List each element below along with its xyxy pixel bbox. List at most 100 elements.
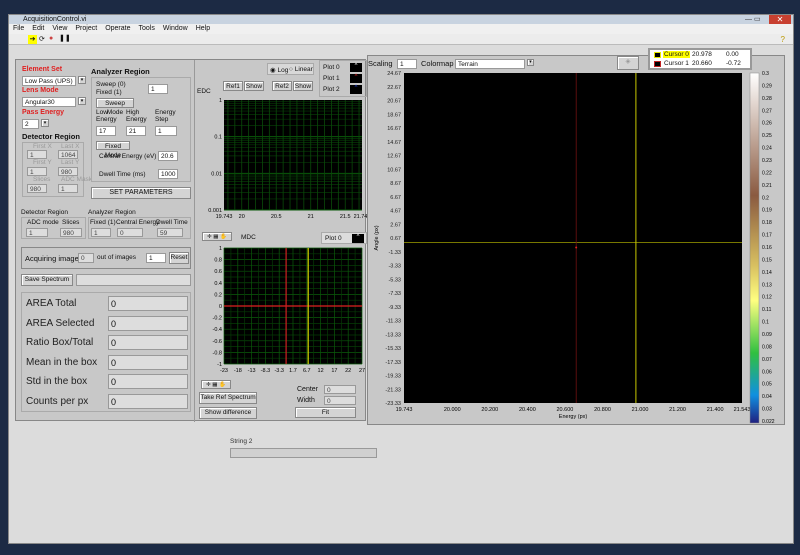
graph-palette-tools[interactable]: ✛ ▦ ✋ bbox=[202, 232, 232, 241]
low-energy-field[interactable]: 17 bbox=[96, 126, 116, 136]
stat-label: Ratio Box/Total bbox=[26, 337, 94, 348]
colormap-dropdown-icon[interactable]: ▾ bbox=[527, 59, 534, 66]
mdc-xtick: -18 bbox=[234, 368, 242, 374]
toolbar: ➔ ⟳ ● ❚❚ ? bbox=[9, 34, 793, 45]
abort-icon[interactable]: ● bbox=[49, 35, 53, 42]
image-ytick: -5.33 bbox=[388, 277, 401, 283]
colormap-select[interactable]: Terrain bbox=[455, 59, 525, 69]
mdc-ytick: 0.6 bbox=[214, 269, 222, 275]
edc-title: EDC bbox=[197, 88, 211, 95]
sweep-fixed-selector[interactable]: 1 bbox=[148, 84, 168, 94]
cursor-name[interactable]: Cursor 0 bbox=[663, 51, 690, 58]
colorbar-tick: 0.19 bbox=[762, 208, 772, 214]
cursor-name[interactable]: Cursor 1 bbox=[663, 60, 690, 67]
pause-icon[interactable]: ❚❚ bbox=[59, 34, 71, 42]
image-ylabel: Angle (px) bbox=[374, 225, 380, 250]
summary-analyzer-region-label: Analyzer Region bbox=[88, 209, 136, 216]
menu-window[interactable]: Window bbox=[163, 25, 188, 32]
center-value: 0 bbox=[324, 385, 356, 394]
show-difference-button[interactable]: Show difference bbox=[199, 407, 257, 419]
reset-button[interactable]: Reset bbox=[169, 252, 189, 264]
lens-mode-select[interactable]: Angular30 bbox=[22, 97, 76, 107]
mdc-xtick: -23 bbox=[220, 368, 228, 374]
sweep-label: Sweep (0) bbox=[96, 81, 126, 88]
element-set-dropdown-icon[interactable]: ▾ bbox=[78, 76, 86, 84]
lens-mode-dropdown-icon[interactable]: ▾ bbox=[78, 97, 86, 105]
menu-file[interactable]: File bbox=[13, 25, 24, 32]
stat-label: Std in the box bbox=[26, 376, 88, 387]
colorbar-tick: 0.23 bbox=[762, 158, 772, 164]
colorbar-tick: 0.28 bbox=[762, 96, 772, 102]
menu-operate[interactable]: Operate bbox=[105, 25, 130, 32]
colorbar-tick: 0.03 bbox=[762, 407, 772, 413]
menu-view[interactable]: View bbox=[52, 25, 67, 32]
mdc-plot: 10.80.60.40.20-0.2-0.4-0.6-0.8-1-23 -18 -1… bbox=[213, 246, 366, 374]
pass-energy-dropdown-icon[interactable]: ▾ bbox=[41, 119, 49, 127]
last-x-label: Last X bbox=[61, 143, 80, 150]
high-energy-field[interactable]: 21 bbox=[126, 126, 146, 136]
energy-step-field[interactable]: 1 bbox=[155, 126, 177, 136]
menu-edit[interactable]: Edit bbox=[32, 25, 44, 32]
menu-tools[interactable]: Tools bbox=[138, 25, 154, 32]
menu-project[interactable]: Project bbox=[75, 25, 97, 32]
stat-label: AREA Total bbox=[26, 298, 77, 309]
stat-label: AREA Selected bbox=[26, 317, 95, 329]
summary-fixed-label: Fixed (1) bbox=[90, 219, 116, 226]
ref2-button[interactable]: Ref2 bbox=[272, 81, 292, 91]
minimize-maximize-buttons[interactable]: — ▭ bbox=[745, 15, 767, 24]
colorbar-tick: 0.15 bbox=[762, 257, 772, 263]
scaling-field[interactable]: 1 bbox=[397, 59, 417, 69]
image-panel: Scaling 1 Colormap Terrain ▾ ◈ Cursor 02… bbox=[367, 48, 785, 425]
edc-ytick: 0.1 bbox=[214, 135, 222, 141]
element-set-select[interactable]: Low Pass (UPS) bbox=[22, 76, 76, 86]
cursor-style-icon[interactable] bbox=[654, 52, 661, 58]
fixed-mode-button[interactable]: Fixed Mode bbox=[96, 141, 130, 159]
close-button[interactable]: ✕ bbox=[769, 15, 791, 24]
summary-detector-region-label: Detector Region bbox=[21, 209, 68, 216]
linear-radio[interactable]: ○ Linear bbox=[289, 66, 313, 73]
run-arrow-icon[interactable]: ➔ bbox=[28, 35, 37, 44]
help-icon[interactable]: ? bbox=[781, 35, 785, 44]
stat-value: 0 bbox=[108, 335, 188, 350]
colorbar-tick: 0.16 bbox=[762, 245, 772, 251]
edc-xtick: 20.5 bbox=[271, 214, 282, 220]
pass-energy-select[interactable]: 2 bbox=[22, 119, 39, 129]
first-y-field[interactable]: 1 bbox=[27, 167, 47, 176]
central-energy-field[interactable]: 20.6 bbox=[158, 151, 178, 161]
cursor-move-icon[interactable]: ◈ bbox=[617, 56, 639, 70]
mdc-xtick: -13 bbox=[248, 368, 256, 374]
first-x-field[interactable]: 1 bbox=[27, 150, 47, 159]
set-parameters-button[interactable]: SET PARAMETERS bbox=[91, 187, 191, 199]
last-y-field[interactable]: 980 bbox=[58, 167, 78, 176]
take-ref-spectrum-button[interactable]: Take Ref Spectrum bbox=[199, 392, 257, 404]
image-xtick: 20.400 bbox=[519, 407, 536, 413]
string2-label: String 2 bbox=[230, 438, 253, 445]
colorbar-tick: 0.06 bbox=[762, 369, 772, 375]
adc-mask-field[interactable]: 1 bbox=[58, 184, 78, 193]
dwell-time-field[interactable]: 1000 bbox=[158, 169, 178, 179]
acquire-group: Acquiring image 0 out of images 1 Reset bbox=[21, 247, 191, 269]
adc-mode-label: ADC mode bbox=[27, 219, 59, 226]
spectra-panel: ◉ Log ○ Linear Ref1 Show Ref2 Show Plot … bbox=[194, 60, 368, 422]
colorbar-tick: 0.27 bbox=[762, 108, 772, 114]
menu-help[interactable]: Help bbox=[196, 25, 210, 32]
show1-button[interactable]: Show bbox=[244, 81, 264, 91]
sweep-mode-button[interactable]: Sweep Mode bbox=[96, 98, 134, 116]
cursor-style-icon[interactable] bbox=[654, 61, 661, 67]
mdc-xtick: -3.3 bbox=[274, 368, 283, 374]
fixed-label: Fixed (1) bbox=[96, 89, 122, 96]
fit-button[interactable]: Fit bbox=[295, 407, 356, 418]
image-xtick: 20.000 bbox=[444, 407, 461, 413]
image-xtick: 21.200 bbox=[669, 407, 686, 413]
log-radio[interactable]: ◉ Log bbox=[270, 66, 288, 74]
stat-value: 0 bbox=[108, 296, 188, 311]
slices-field[interactable]: 980 bbox=[27, 184, 47, 193]
save-spectrum-button[interactable]: Save Spectrum bbox=[21, 274, 73, 286]
last-x-field[interactable]: 1064 bbox=[58, 150, 78, 159]
show2-button[interactable]: Show bbox=[293, 81, 313, 91]
lens-mode-label: Lens Mode bbox=[22, 87, 59, 94]
total-images-field[interactable]: 1 bbox=[146, 253, 166, 263]
mdc-palette-tools[interactable]: ✛ ▦ ✋ bbox=[201, 380, 231, 389]
run-continuously-icon[interactable]: ⟳ bbox=[39, 35, 45, 43]
ref1-button[interactable]: Ref1 bbox=[223, 81, 243, 91]
